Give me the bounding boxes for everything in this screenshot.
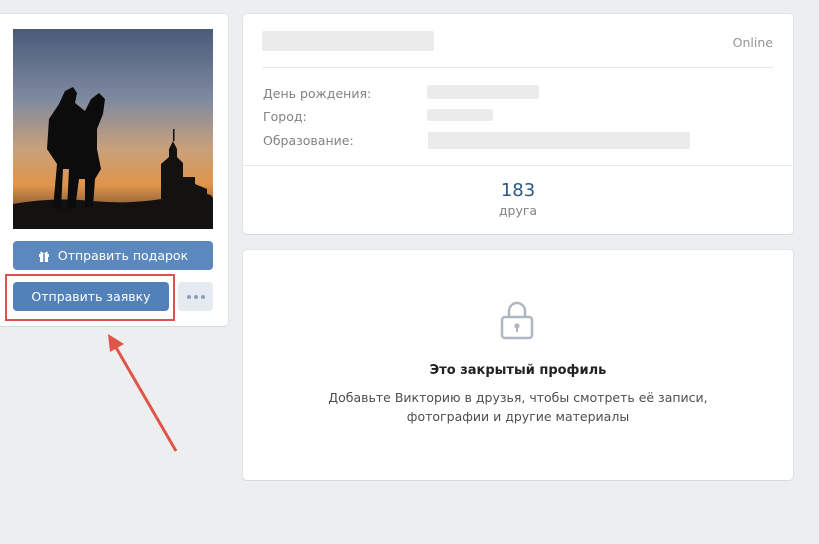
divider xyxy=(262,67,773,68)
closed-profile-description: Добавьте Викторию в друзья, чтобы смотре… xyxy=(328,390,708,424)
divider xyxy=(243,165,793,166)
send-gift-button[interactable]: Отправить подарок xyxy=(13,241,213,270)
profile-info-card: Online День рождения: Город: Образование… xyxy=(243,14,793,234)
friends-label: друга xyxy=(498,203,538,218)
lock-icon xyxy=(500,301,534,340)
annotation-arrow-icon xyxy=(108,334,178,452)
friends-count: 183 xyxy=(500,180,536,201)
profile-photo[interactable] xyxy=(13,29,213,229)
city-label: Город: xyxy=(263,109,307,124)
dot-icon xyxy=(193,294,198,299)
education-label: Образование: xyxy=(263,133,354,148)
send-request-button[interactable]: Отправить заявку xyxy=(13,282,169,311)
dot-icon xyxy=(186,294,191,299)
more-actions-button[interactable] xyxy=(178,282,213,311)
closed-profile-card: Это закрытый профиль Добавьте Викторию в… xyxy=(243,250,793,480)
birthday-value-placeholder xyxy=(427,85,539,99)
closed-profile-title: Это закрытый профиль xyxy=(429,363,607,378)
online-status: Online xyxy=(732,35,773,50)
gift-icon xyxy=(38,250,50,262)
name-placeholder xyxy=(262,31,434,51)
birthday-label: День рождения: xyxy=(263,86,372,101)
city-value-placeholder xyxy=(427,109,493,121)
profile-sidebar-card: Отправить подарок Отправить заявку xyxy=(0,14,228,326)
send-gift-label: Отправить подарок xyxy=(57,248,189,263)
friends-counter[interactable]: 183 друга xyxy=(243,180,793,218)
dot-icon xyxy=(200,294,205,299)
education-value-placeholder xyxy=(428,132,690,149)
